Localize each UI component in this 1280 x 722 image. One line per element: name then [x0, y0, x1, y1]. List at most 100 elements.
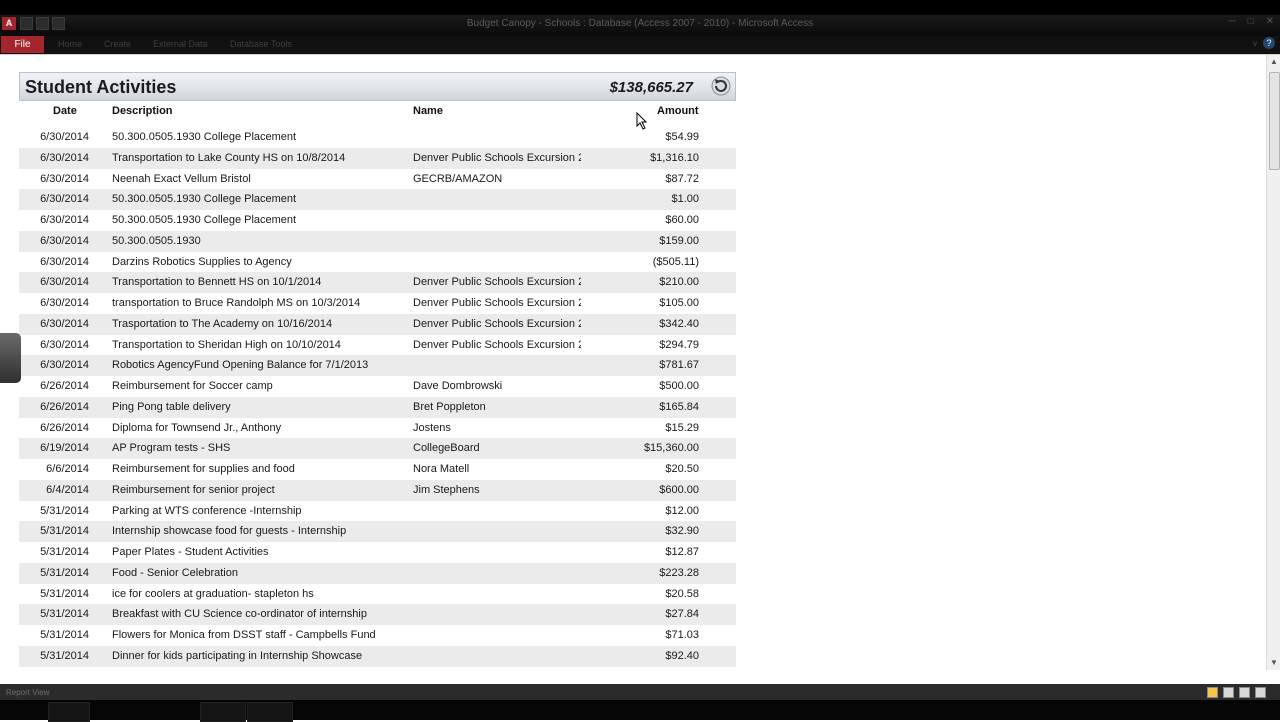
- tab-external-data[interactable]: External Data: [153, 39, 208, 49]
- row-amount: ($505.11): [652, 255, 699, 268]
- scroll-down-icon[interactable]: ▼: [1269, 658, 1279, 668]
- row-date: 6/30/2014: [40, 131, 89, 143]
- row-description: ice for coolers at graduation- stapleton…: [112, 587, 314, 600]
- column-header-name[interactable]: Name: [413, 105, 443, 117]
- row-date: 5/31/2014: [40, 608, 89, 621]
- row-name: Jostens: [413, 421, 451, 434]
- row-amount: $15.29: [665, 421, 699, 434]
- report-header: Student Activities $138,665.27: [19, 72, 736, 101]
- table-row[interactable]: 6/6/2014 Reimbursement for supplies and f…: [19, 459, 736, 480]
- row-description: Reimbursement for supplies and food: [112, 463, 295, 475]
- table-row[interactable]: 6/26/2014 Ping Pong table delivery Bret Po…: [19, 396, 736, 418]
- close-icon[interactable]: ✕: [1266, 16, 1274, 27]
- taskbar-button[interactable]: [200, 702, 246, 722]
- table-row[interactable]: 6/30/2014 Trasportation to The Academy on…: [19, 313, 736, 335]
- table-row[interactable]: 6/30/2014 Transportation to Lake County H…: [19, 147, 736, 169]
- table-row[interactable]: 5/31/2014 ice for coolers at graduation- …: [19, 584, 736, 605]
- help-icon[interactable]: ?: [1263, 37, 1275, 49]
- table-row[interactable]: 6/26/2014 Diploma for Townsend Jr., Antho…: [19, 418, 736, 439]
- row-description: Internship showcase food for guests - In…: [112, 525, 347, 538]
- refresh-icon[interactable]: [711, 76, 731, 96]
- row-description: Food - Senior Celebration: [112, 566, 238, 579]
- table-row[interactable]: 6/19/2014 AP Program tests - SHS CollegeBo…: [19, 438, 736, 459]
- status-text: Report View: [6, 688, 50, 697]
- taskbar-button[interactable]: [247, 702, 293, 722]
- row-name: Bret Poppleton: [413, 400, 486, 413]
- row-description: transportation to Bruce Randolph MS on 1…: [112, 297, 361, 309]
- minimize-icon[interactable]: ─: [1228, 16, 1235, 27]
- table-row[interactable]: 5/31/2014 Paper Plates - Student Activiti…: [19, 542, 736, 563]
- row-date: 6/30/2014: [40, 317, 89, 330]
- taskbar-button[interactable]: [48, 702, 90, 722]
- row-date: 5/31/2014: [40, 629, 89, 641]
- row-description: Flowers for Monica from DSST staff - Cam…: [112, 629, 376, 641]
- tab-database-tools[interactable]: Database Tools: [230, 39, 292, 49]
- row-amount: $92.40: [665, 649, 699, 662]
- table-row[interactable]: 6/4/2014 Reimbursement for senior project…: [19, 479, 736, 501]
- table-row[interactable]: 5/31/2014 Parking at WTS conference -Inte…: [19, 501, 736, 522]
- row-amount: $87.72: [665, 172, 699, 185]
- row-amount: $12.87: [665, 546, 699, 558]
- row-date: 5/31/2014: [40, 525, 89, 538]
- mouse-cursor-icon: [636, 112, 648, 130]
- table-row[interactable]: 5/31/2014 Internship showcase food for gu…: [19, 521, 736, 542]
- scrollbar-thumb[interactable]: [1269, 72, 1280, 170]
- row-amount: $1.00: [671, 193, 699, 206]
- row-amount: $223.28: [659, 566, 699, 579]
- table-row[interactable]: 6/30/2014 50.300.0505.1930 $159.00: [19, 230, 736, 252]
- row-amount: $781.67: [659, 359, 699, 372]
- row-name: Denver Public Schools Excursion 2: [413, 297, 581, 309]
- print-preview-icon[interactable]: [1223, 687, 1234, 698]
- column-header-date[interactable]: Date: [53, 105, 77, 117]
- tab-file[interactable]: File: [1, 36, 44, 53]
- scroll-up-icon[interactable]: ▲: [1269, 57, 1279, 67]
- table-row[interactable]: 6/30/2014 transportation to Bruce Randolp…: [19, 293, 736, 314]
- row-amount: $54.99: [665, 131, 699, 143]
- table-row[interactable]: 6/26/2014 Reimbursement for Soccer camp Da…: [19, 376, 736, 397]
- row-date: 6/30/2014: [40, 338, 89, 351]
- minimize-ribbon-icon[interactable]: ∨: [1252, 39, 1258, 48]
- design-view-icon[interactable]: [1255, 687, 1266, 698]
- row-date: 5/31/2014: [40, 587, 89, 600]
- layout-view-icon[interactable]: [1239, 687, 1250, 698]
- row-description: Parking at WTS conference -Internship: [112, 504, 302, 517]
- table-row[interactable]: 6/30/2014 Transportation to Bennett HS on…: [19, 272, 736, 293]
- row-description: Transportation to Bennett HS on 10/1/201…: [112, 276, 322, 289]
- row-description: 50.300.0505.1930 College Placement: [112, 214, 297, 226]
- table-row[interactable]: 6/30/2014 50.300.0505.1930 College Placem…: [19, 189, 736, 210]
- row-description: Transportation to Sheridan High on 10/10…: [112, 338, 341, 351]
- row-amount: $20.58: [665, 587, 699, 600]
- table-row[interactable]: 6/30/2014 50.300.0505.1930 College Placem…: [19, 210, 736, 231]
- table-row[interactable]: 5/31/2014 Flowers for Monica from DSST st…: [19, 625, 736, 646]
- table-row[interactable]: 5/31/2014 Dinner for kids participating i…: [19, 645, 736, 667]
- column-header-description[interactable]: Description: [112, 105, 173, 117]
- table-row[interactable]: 6/30/2014 Darzins Robotics Supplies to Ag…: [19, 252, 736, 273]
- report-rows: 6/30/2014 50.300.0505.1930 College Placem…: [19, 127, 736, 667]
- row-amount: $105.00: [659, 297, 699, 309]
- column-header-amount[interactable]: Amount: [657, 105, 699, 117]
- table-row[interactable]: 6/30/2014 Robotics AgencyFund Opening Bal…: [19, 355, 736, 376]
- table-row[interactable]: 6/30/2014 50.300.0505.1930 College Placem…: [19, 127, 736, 148]
- report-title: Student Activities: [25, 77, 177, 97]
- ribbon-divider: [0, 54, 1280, 55]
- tab-create[interactable]: Create: [104, 39, 131, 49]
- row-amount: $342.40: [659, 317, 699, 330]
- table-row[interactable]: 6/30/2014 Transportation to Sheridan High…: [19, 335, 736, 356]
- maximize-icon[interactable]: □: [1248, 16, 1254, 27]
- row-date: 5/31/2014: [40, 504, 89, 517]
- report-view-icon[interactable]: [1207, 687, 1218, 698]
- row-date: 6/30/2014: [40, 214, 89, 226]
- table-row[interactable]: 5/31/2014 Food - Senior Celebration $223.2…: [19, 562, 736, 584]
- tab-home[interactable]: Home: [58, 39, 82, 49]
- vertical-scrollbar[interactable]: ▲ ▼: [1266, 55, 1280, 670]
- row-date: 6/26/2014: [40, 380, 89, 392]
- table-row[interactable]: 5/31/2014 Breakfast with CU Science co-or…: [19, 604, 736, 625]
- view-switcher: [1207, 687, 1266, 698]
- row-description: Trasportation to The Academy on 10/16/20…: [112, 317, 333, 330]
- table-row[interactable]: 6/30/2014 Neenah Exact Vellum Bristol GECR…: [19, 169, 736, 190]
- navigation-pane-toggle[interactable]: [0, 333, 21, 383]
- status-bar: [0, 684, 1280, 700]
- row-name: Denver Public Schools Excursion 2: [413, 151, 581, 164]
- row-description: Transportation to Lake County HS on 10/8…: [112, 151, 346, 164]
- row-date: 5/31/2014: [40, 546, 89, 558]
